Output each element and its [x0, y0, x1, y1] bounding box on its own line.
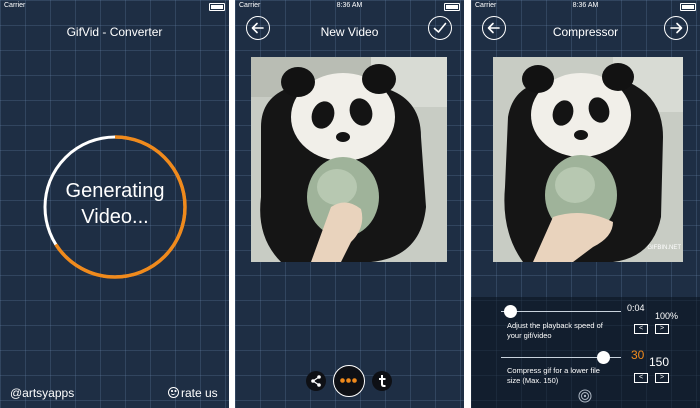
artsyapps-link[interactable]: @artsyapps	[10, 386, 74, 400]
compressor-screen: Carrier 8:36 AM Compressor GIFBIN.NET 0:…	[471, 0, 700, 408]
rate-us-label: rate us	[181, 386, 218, 400]
speed-time: 0:04	[627, 303, 645, 313]
compress-increase-button[interactable]: >	[655, 373, 669, 383]
speed-slider-knob[interactable]	[504, 305, 518, 318]
battery-icon	[209, 3, 225, 11]
status-bar: Carrier 8:36 AM	[471, 0, 700, 12]
status-bar: Carrier	[0, 0, 229, 12]
generating-line-1: Generating	[65, 180, 165, 202]
speed-percent: 100%	[655, 311, 679, 321]
smiley-icon	[168, 387, 179, 398]
panda-image	[251, 57, 447, 262]
tumblr-button[interactable]	[372, 371, 392, 391]
generating-status: Generating Video...	[41, 178, 189, 230]
settings-button[interactable]	[578, 389, 592, 403]
video-preview[interactable]	[251, 57, 447, 262]
video-preview[interactable]: GIFBIN.NET	[493, 57, 683, 262]
checkmark-icon	[433, 22, 447, 33]
confirm-button[interactable]	[428, 16, 452, 40]
tumblr-icon	[379, 375, 386, 387]
compress-decrease-button[interactable]: <	[634, 373, 648, 383]
panda-image: GIFBIN.NET	[493, 57, 683, 262]
compressor-controls: 0:04 100% Adjust the playback speed of y…	[471, 297, 700, 408]
rate-us-button[interactable]: rate us	[168, 386, 218, 400]
page-title: GifVid - Converter	[66, 25, 163, 39]
forward-button[interactable]	[664, 16, 688, 40]
share-icon	[311, 375, 321, 387]
speed-decrease-button[interactable]: <	[634, 324, 648, 334]
arrow-right-icon	[670, 22, 683, 34]
compress-value: 30	[631, 348, 645, 362]
compress-label-2: size (Max. 150)	[507, 376, 559, 385]
carrier-label: Carrier	[4, 2, 26, 9]
speed-increase-button[interactable]: >	[655, 324, 669, 334]
compress-max: 150	[649, 355, 670, 369]
share-button[interactable]	[306, 371, 326, 391]
speed-slider[interactable]	[501, 311, 621, 312]
converter-screen: Carrier GifVid - Converter Generating Vi…	[0, 0, 229, 408]
watermark: GIFBIN.NET	[647, 245, 681, 251]
status-time: 8:36 AM	[572, 2, 599, 9]
battery-icon	[680, 3, 696, 11]
speed-label-1: Adjust the playback speed of	[507, 321, 603, 330]
compress-slider-knob[interactable]	[596, 351, 610, 364]
battery-icon	[444, 3, 460, 11]
more-dots-icon	[340, 378, 357, 383]
status-bar: Carrier 8:36 AM	[235, 0, 464, 12]
status-time: 8:36 AM	[336, 2, 363, 9]
generating-line-2: Video...	[81, 206, 149, 228]
speed-label-2: your gif/video	[507, 331, 552, 340]
compress-label-1: Compress gif for a lower file	[507, 366, 600, 375]
new-video-screen: Carrier 8:36 AM New Video	[235, 0, 464, 408]
settings-icon	[578, 389, 592, 403]
more-button[interactable]	[333, 365, 365, 397]
